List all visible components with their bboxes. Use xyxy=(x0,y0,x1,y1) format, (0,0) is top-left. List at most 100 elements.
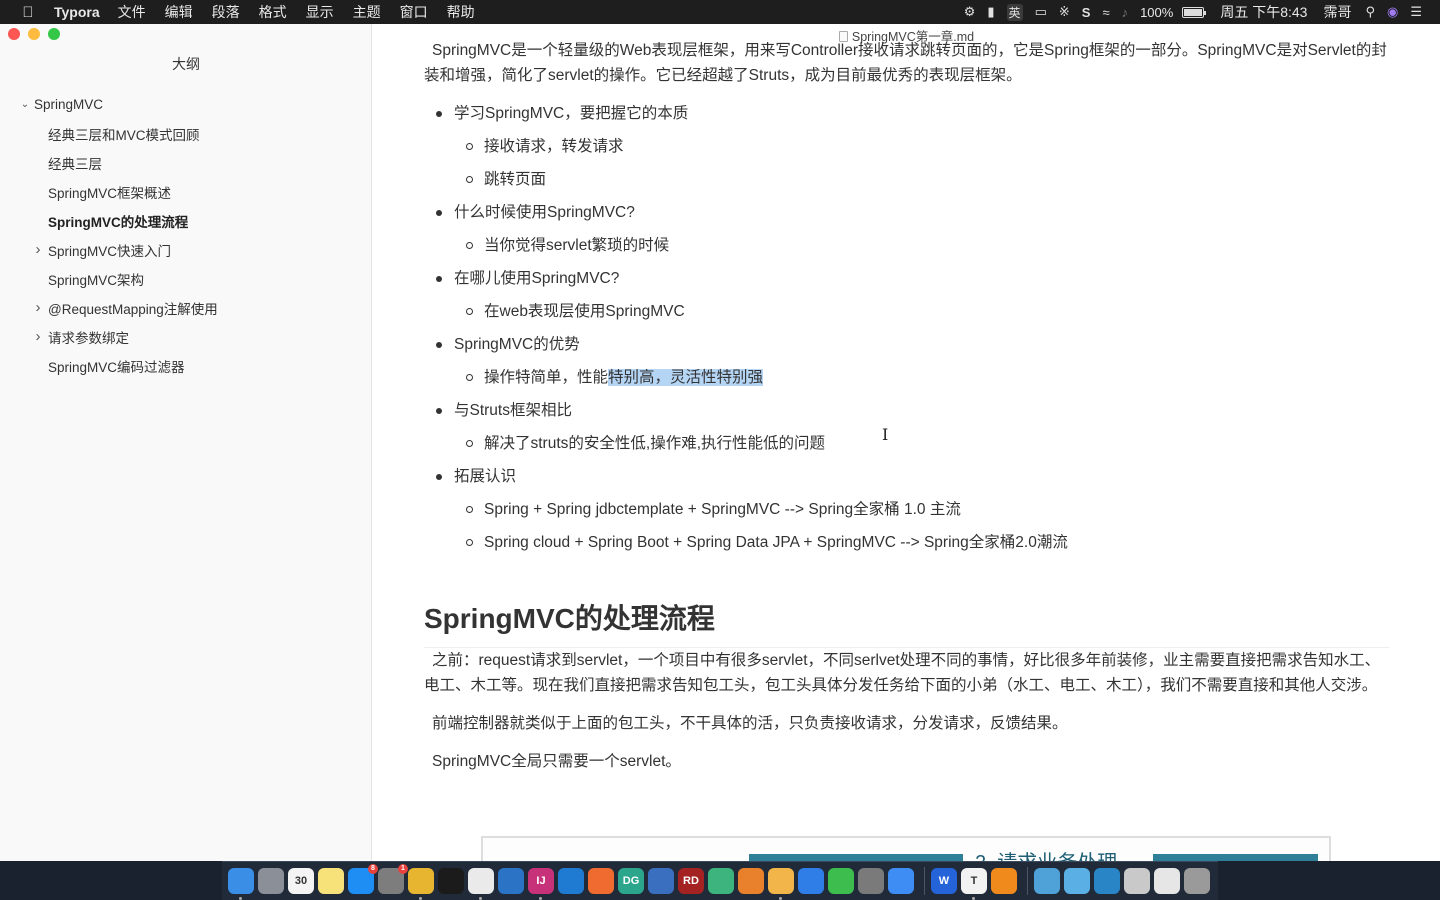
input-method-indicator[interactable]: 英 xyxy=(1001,0,1029,24)
folder-icon[interactable] xyxy=(1034,868,1060,894)
chevron-right-icon[interactable]: › xyxy=(33,328,43,345)
sub-list-item: 当你觉得servlet繁琐的时候 xyxy=(454,233,1389,258)
list-item: 拓展认识 Spring + Spring jdbctemplate + Sprin… xyxy=(424,464,1389,555)
chevron-right-icon[interactable]: › xyxy=(33,241,43,258)
outline-item[interactable]: › SpringMVC快速入门 xyxy=(0,235,372,264)
siri-icon[interactable]: ◉ xyxy=(1381,0,1404,24)
datagrip-icon[interactable]: DG xyxy=(618,868,644,894)
outline-item[interactable]: SpringMVC架构 xyxy=(0,264,372,293)
menu-help[interactable]: 帮助 xyxy=(447,2,475,22)
wifi-icon[interactable]: ≈ xyxy=(1096,0,1115,24)
dock-app-glyph: DG xyxy=(622,875,640,887)
notification-center-icon[interactable]: ☰ xyxy=(1404,0,1428,24)
quicktime-icon[interactable] xyxy=(498,868,524,894)
outline-item[interactable]: 经典三层 xyxy=(0,148,372,177)
folder-icon[interactable] xyxy=(1064,868,1090,894)
flow-paragraph-2: 前端控制器就类似于上面的包工头，不干具体的活，只负责接收请求，分发请求，反馈结果… xyxy=(432,715,1068,732)
box-icon[interactable] xyxy=(768,868,794,900)
outline-item[interactable]: SpringMVC的处理流程 xyxy=(0,206,372,235)
dock-app-glyph: RD xyxy=(683,875,699,887)
edit-icon[interactable] xyxy=(888,868,914,894)
wechat-icon[interactable] xyxy=(828,868,854,894)
typora-icon[interactable]: T xyxy=(961,868,987,900)
finder-icon[interactable] xyxy=(228,868,254,900)
volume-icon[interactable]: ♪ xyxy=(1116,0,1135,24)
menu-view[interactable]: 显示 xyxy=(306,2,334,22)
menu-edit[interactable]: 编辑 xyxy=(165,2,193,22)
launchpad-icon[interactable] xyxy=(258,868,284,894)
close-window-button[interactable] xyxy=(8,28,20,40)
minimize-window-button[interactable] xyxy=(28,28,40,40)
vlc-icon[interactable] xyxy=(991,868,1017,894)
outline-item[interactable]: 经典三层和MVC模式回顾 xyxy=(0,119,372,148)
tray-app-icon[interactable]: ⚙ xyxy=(958,0,982,24)
outline-item-label: SpringMVC架构 xyxy=(48,272,145,288)
atom-icon[interactable] xyxy=(708,868,734,894)
menu-app-name[interactable]: Typora xyxy=(54,4,100,20)
calculator-icon[interactable] xyxy=(858,868,884,894)
bookmark-icon[interactable]: ▮ xyxy=(981,0,1000,24)
outline-item-label: @RequestMapping注解使用 xyxy=(48,301,218,317)
list-item: 在哪儿使用SpringMVC? 在web表现层使用SpringMVC xyxy=(424,266,1389,324)
dock-apps: 30 8 1 IJ DG RD W T xyxy=(222,861,1218,900)
maximize-window-button[interactable] xyxy=(48,28,60,40)
menu-bar:  Typora 文件 编辑 段落 格式 显示 主题 窗口 帮助 ⚙ ▮ 英 ▭… xyxy=(0,0,1440,24)
list-item-text: 与Struts框架相比 xyxy=(454,402,572,419)
dock-separator xyxy=(924,867,925,895)
vscode-icon[interactable] xyxy=(558,868,584,894)
clock[interactable]: 周五 下午8:43 xyxy=(1210,2,1315,22)
menu-file[interactable]: 文件 xyxy=(118,2,146,22)
sub-list-item: 跳转页面 xyxy=(454,167,1389,192)
airplay-icon[interactable]: ▭ xyxy=(1029,0,1053,24)
list-item-text: 在哪儿使用SpringMVC? xyxy=(454,270,620,287)
document-content[interactable]: SpringMVC是一个轻量级的Web表现层框架，用来写Controller接收… xyxy=(424,38,1389,774)
postman-icon[interactable] xyxy=(588,868,614,894)
menu-window[interactable]: 窗口 xyxy=(400,2,428,22)
outline-item[interactable]: › @RequestMapping注解使用 xyxy=(0,293,372,322)
outline-item[interactable]: SpringMVC编码过滤器 xyxy=(0,351,372,380)
menu-format[interactable]: 格式 xyxy=(259,2,287,22)
outline-item-label: SpringMVC快速入门 xyxy=(48,243,172,259)
user-name[interactable]: 霈哥 xyxy=(1315,2,1359,22)
window-thumbnail-icon[interactable] xyxy=(1154,868,1180,894)
intellij-icon[interactable]: IJ xyxy=(528,868,554,900)
diagram-icon[interactable] xyxy=(738,868,764,894)
navicat-icon[interactable] xyxy=(648,868,674,894)
bluetooth-icon[interactable]: ※ xyxy=(1053,0,1076,24)
app-store-icon[interactable]: 8 xyxy=(348,864,378,894)
list-item-text: 拓展认识 xyxy=(454,468,517,485)
apple-logo-icon[interactable]:  xyxy=(20,4,36,21)
notes-icon[interactable] xyxy=(318,868,344,894)
outline-item-label: SpringMVC的处理流程 xyxy=(48,214,189,230)
sub-list-item: 在web表现层使用SpringMVC xyxy=(454,299,1389,324)
dock-app-glyph: W xyxy=(938,875,950,887)
chevron-down-icon[interactable]: ⌄ xyxy=(20,99,30,110)
settings-icon[interactable]: 1 xyxy=(378,864,408,894)
terminal-icon[interactable] xyxy=(438,868,464,894)
script-icon[interactable] xyxy=(468,868,494,900)
battery-icon[interactable] xyxy=(1179,0,1210,24)
flow-paragraph-1: 之前：request请求到servlet，一个项目中有很多servlet，不同s… xyxy=(424,652,1381,694)
redis-icon[interactable]: RD xyxy=(678,868,704,894)
editor-pane[interactable]: SpringMVC第一章.md SpringMVC是一个轻量级的Web表现层框架… xyxy=(373,24,1440,861)
outline-item[interactable]: SpringMVC框架概述 xyxy=(0,177,372,206)
outline-item[interactable]: ⌄ SpringMVC xyxy=(0,90,372,119)
spotlight-search-icon[interactable]: ⚲ xyxy=(1359,0,1381,24)
section-heading: SpringMVC的处理流程 xyxy=(424,599,1389,648)
chevron-right-icon[interactable]: › xyxy=(33,299,43,316)
wps-icon[interactable]: W xyxy=(931,868,957,894)
selected-text[interactable]: 特别高，灵活性特别强 xyxy=(608,369,764,386)
calendar-icon[interactable]: 30 xyxy=(288,868,314,894)
menu-theme[interactable]: 主题 xyxy=(353,2,381,22)
outline-item[interactable]: › 请求参数绑定 xyxy=(0,322,372,351)
s-app-icon[interactable]: S xyxy=(1076,0,1097,24)
dingtalk-icon[interactable] xyxy=(798,868,824,894)
trash-icon[interactable] xyxy=(1184,868,1210,894)
window-thumbnail-icon[interactable] xyxy=(1124,868,1150,894)
window-controls xyxy=(8,28,60,40)
outline-item-label: SpringMVC xyxy=(34,97,104,112)
window-thumbnail-icon[interactable] xyxy=(1094,868,1120,894)
dock-app-glyph: 30 xyxy=(294,875,308,887)
menu-paragraph[interactable]: 段落 xyxy=(212,2,240,22)
chrome-icon[interactable] xyxy=(408,868,434,900)
